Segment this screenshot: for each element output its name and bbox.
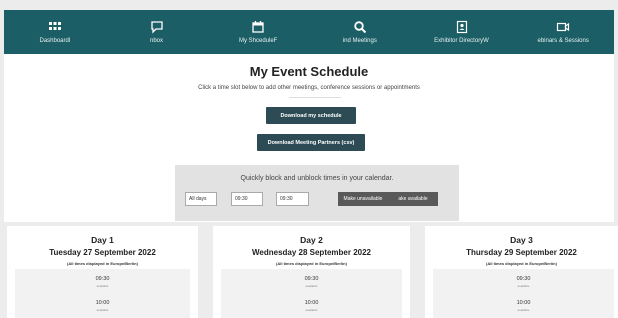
slot-status: available	[305, 308, 318, 312]
top-navigation: Dashboardl nbox My ShceduleF ind Meeting…	[4, 10, 614, 54]
make-unavailable-button[interactable]: Make unavailable	[338, 192, 388, 206]
download-partners-button[interactable]: Download Meeting Partners (csv)	[257, 134, 365, 151]
nav-label: ind Meetings	[342, 38, 377, 44]
nav-item-exhibitor-directory[interactable]: Exhibitor DirectoryW	[411, 10, 513, 54]
slot-status: available	[517, 284, 530, 288]
divider	[289, 97, 341, 98]
nav-item-webinars-sessions[interactable]: ebinars & Sessions	[512, 10, 614, 54]
day-title: Day 2	[300, 235, 323, 245]
time-slot[interactable]: 10:00	[221, 300, 402, 306]
from-time-input[interactable]: 09:30	[231, 192, 263, 206]
badge-icon	[456, 20, 467, 34]
day-card-2: Day 2 Wednesday 28 September 2022 (All t…	[213, 226, 410, 318]
search-icon	[354, 21, 367, 34]
quick-block-panel: Quickly block and unblock times in your …	[175, 165, 459, 221]
chat-icon	[150, 21, 163, 34]
time-slots: 09:30 available 10:00 available	[221, 269, 402, 318]
slot-status: available	[96, 308, 109, 312]
days-row: Day 1 Tuesday 27 September 2022 (All tim…	[0, 222, 618, 318]
page: Dashboardl nbox My ShceduleF ind Meeting…	[0, 0, 618, 318]
nav-label: Exhibitor DirectoryW	[434, 38, 489, 44]
slot-status: available	[305, 284, 318, 288]
to-time-input[interactable]: 09:30	[276, 192, 309, 206]
page-title: My Event Schedule	[249, 64, 369, 79]
quick-block-title: Quickly block and unblock times in your …	[240, 175, 394, 182]
nav-label: ebinars & Sessions	[537, 38, 589, 44]
day-title: Day 1	[91, 235, 114, 245]
day-title: Day 3	[510, 235, 533, 245]
day-timezone: (All times displayed in Europe/Berlin)	[486, 261, 557, 266]
download-schedule-button[interactable]: Download my schedule	[266, 107, 356, 124]
day-card-3: Day 3 Thursday 29 September 2022 (All ti…	[425, 226, 618, 318]
video-icon	[557, 22, 570, 32]
slot-status: available	[96, 284, 109, 288]
day-date: Thursday 29 September 2022	[466, 248, 577, 257]
time-slot[interactable]: 10:00	[433, 300, 614, 306]
day-timezone: (All times displayed in Europe/Berlin)	[67, 261, 138, 266]
nav-label: My ShceduleF	[239, 38, 278, 44]
nav-item-inbox[interactable]: nbox	[106, 10, 208, 54]
nav-item-my-schedule[interactable]: My ShceduleF	[207, 10, 309, 54]
calendar-icon	[252, 21, 264, 33]
browser-top-strip	[0, 0, 618, 10]
time-slot[interactable]: 10:00	[15, 300, 190, 306]
slot-status: available	[517, 308, 530, 312]
nav-label: Dashboardl	[39, 38, 71, 44]
time-slot[interactable]: 09:30	[433, 276, 614, 282]
nav-item-find-meetings[interactable]: ind Meetings	[309, 10, 411, 54]
time-slots: 09:30 available 10:00 available	[433, 269, 614, 318]
day-card-1: Day 1 Tuesday 27 September 2022 (All tim…	[7, 226, 198, 318]
time-slot[interactable]: 09:30	[15, 276, 190, 282]
page-subtitle: Click a time slot below to add other mee…	[198, 85, 420, 91]
nav-label: nbox	[150, 38, 164, 44]
make-available-button[interactable]: ake available	[388, 192, 438, 206]
schedule-panel: My Event Schedule Click a time slot belo…	[4, 54, 614, 222]
grid-icon	[48, 22, 61, 30]
day-date: Tuesday 27 September 2022	[49, 248, 156, 257]
day-date: Wednesday 28 September 2022	[251, 248, 372, 257]
nav-item-dashboard[interactable]: Dashboardl	[4, 10, 106, 54]
day-select[interactable]: All days	[185, 192, 217, 206]
time-slots: 09:30 available 10:00 available	[15, 269, 190, 318]
time-slot[interactable]: 09:30	[221, 276, 402, 282]
day-timezone: (All times displayed in Europe/Berlin)	[276, 261, 347, 266]
